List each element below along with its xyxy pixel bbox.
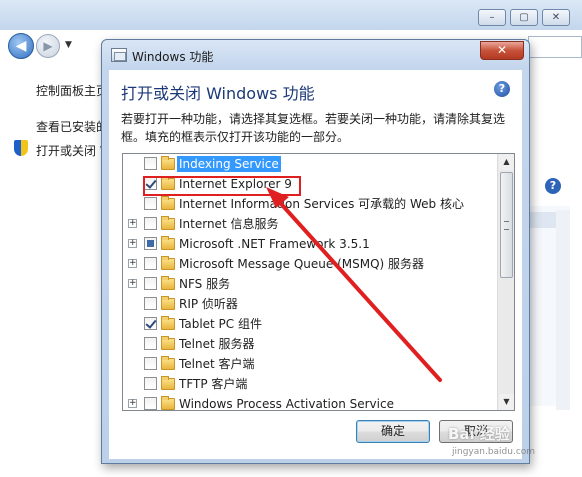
- feature-row[interactable]: + NFS 服务: [123, 274, 495, 294]
- help-icon[interactable]: ?: [545, 178, 561, 194]
- ok-button[interactable]: 确定: [356, 420, 430, 443]
- feature-label[interactable]: Internet 信息服务: [177, 216, 280, 232]
- feature-label[interactable]: Windows Process Activation Service: [177, 396, 396, 410]
- content-scrollbar[interactable]: [556, 210, 570, 410]
- folder-icon: [161, 276, 175, 290]
- feature-row[interactable]: Internet Explorer 9: [123, 174, 495, 194]
- dialog-title: Windows 功能: [132, 50, 214, 64]
- feature-checkbox[interactable]: [144, 277, 157, 290]
- feature-row[interactable]: + Internet 信息服务: [123, 214, 495, 234]
- feature-row[interactable]: Tablet PC 组件: [123, 314, 495, 334]
- scroll-up-icon[interactable]: ▲: [499, 154, 514, 170]
- expand-plus-icon[interactable]: +: [128, 279, 137, 288]
- feature-label[interactable]: Microsoft Message Queue (MSMQ) 服务器: [177, 256, 426, 272]
- feature-checkbox[interactable]: [144, 177, 157, 190]
- features-tree[interactable]: Indexing Service Internet Explorer 9 Inter…: [122, 153, 515, 411]
- feature-row[interactable]: RIP 侦听器: [123, 294, 495, 314]
- feature-label[interactable]: Internet Explorer 9: [177, 176, 294, 192]
- feature-checkbox[interactable]: [144, 337, 157, 350]
- folder-icon: [161, 356, 175, 370]
- feature-row[interactable]: Telnet 客户端: [123, 354, 495, 374]
- feature-checkbox[interactable]: [144, 257, 157, 270]
- list-item: [528, 212, 556, 228]
- feature-checkbox[interactable]: [144, 397, 157, 410]
- feature-label[interactable]: Telnet 客户端: [177, 356, 257, 372]
- folder-icon: [161, 396, 175, 410]
- back-arrow-icon[interactable]: ◀: [8, 33, 34, 59]
- dialog-content: 打开或关闭 Windows 功能 ? 若要打开一种功能，请选择其复选框。若要关闭…: [109, 70, 522, 459]
- feature-label[interactable]: RIP 侦听器: [177, 296, 240, 312]
- feature-row[interactable]: Telnet 服务器: [123, 334, 495, 354]
- windows-features-app-icon: [111, 48, 127, 62]
- maximize-button[interactable]: ▢: [510, 9, 538, 26]
- feature-checkbox[interactable]: [144, 357, 157, 370]
- expand-plus-icon[interactable]: +: [128, 399, 137, 408]
- feature-label[interactable]: Internet Information Services 可承载的 Web 核…: [177, 196, 466, 212]
- instructions-text: 若要打开一种功能，请选择其复选框。若要关闭一种功能，请清除其复选框。填充的框表示…: [121, 112, 506, 144]
- expand-plus-icon[interactable]: +: [128, 239, 137, 248]
- dialog-titlebar[interactable]: Windows 功能 ✕: [102, 40, 529, 70]
- folder-icon: [161, 336, 175, 350]
- folder-icon: [161, 156, 175, 170]
- feature-label[interactable]: NFS 服务: [177, 276, 232, 292]
- history-dropdown-icon[interactable]: ▼: [65, 40, 72, 50]
- dialog-close-button[interactable]: ✕: [480, 41, 524, 60]
- feature-label[interactable]: TFTP 客户端: [177, 376, 249, 392]
- folder-icon: [161, 176, 175, 190]
- folder-icon: [161, 296, 175, 310]
- close-window-button[interactable]: ✕: [542, 9, 570, 26]
- expand-plus-icon[interactable]: +: [128, 259, 137, 268]
- expand-plus-icon[interactable]: +: [128, 219, 137, 228]
- cancel-button[interactable]: 取消: [439, 420, 513, 443]
- feature-label[interactable]: Telnet 服务器: [177, 336, 257, 352]
- control-panel-sidebar: 控制面板主页 查看已安装的更新 打开或关闭 Windows 功能: [0, 64, 181, 477]
- windows-features-dialog: Windows 功能 ✕ 打开或关闭 Windows 功能 ? 若要打开一种功能…: [101, 39, 530, 464]
- control-panel-titlebar: – ▢ ✕: [0, 0, 582, 30]
- feature-row[interactable]: TFTP 客户端: [123, 374, 495, 394]
- feature-checkbox[interactable]: [144, 317, 157, 330]
- feature-label[interactable]: Tablet PC 组件: [177, 316, 264, 332]
- minimize-button[interactable]: –: [478, 9, 506, 26]
- feature-label[interactable]: Microsoft .NET Framework 3.5.1: [177, 236, 372, 252]
- page-title: 打开或关闭 Windows 功能: [121, 84, 315, 103]
- control-panel-home-link[interactable]: 控制面板主页: [36, 82, 108, 99]
- feature-checkbox[interactable]: [144, 297, 157, 310]
- folder-icon: [161, 256, 175, 270]
- feature-row[interactable]: Internet Information Services 可承载的 Web 核…: [123, 194, 495, 214]
- uac-shield-icon: [14, 140, 28, 156]
- feature-checkbox[interactable]: [144, 157, 157, 170]
- folder-icon: [161, 376, 175, 390]
- folder-icon: [161, 216, 175, 230]
- feature-row[interactable]: + Windows Process Activation Service: [123, 394, 495, 410]
- scroll-down-icon[interactable]: ▼: [499, 394, 514, 410]
- feature-checkbox[interactable]: [144, 217, 157, 230]
- feature-checkbox[interactable]: [144, 197, 157, 210]
- feature-checkbox[interactable]: [144, 377, 157, 390]
- feature-checkbox[interactable]: [144, 237, 157, 250]
- tree-scrollbar[interactable]: ▲ ▼: [497, 154, 514, 410]
- feature-row[interactable]: + Microsoft .NET Framework 3.5.1: [123, 234, 495, 254]
- feature-label[interactable]: Indexing Service: [177, 156, 281, 172]
- folder-icon: [161, 316, 175, 330]
- address-bar[interactable]: [528, 36, 582, 58]
- feature-row[interactable]: + Microsoft Message Queue (MSMQ) 服务器: [123, 254, 495, 274]
- folder-icon: [161, 196, 175, 210]
- help-icon[interactable]: ?: [494, 81, 510, 97]
- forward-arrow-icon[interactable]: ▶: [36, 34, 60, 58]
- scrollbar-thumb[interactable]: [500, 172, 513, 278]
- folder-icon: [161, 236, 175, 250]
- feature-row[interactable]: Indexing Service: [123, 154, 495, 174]
